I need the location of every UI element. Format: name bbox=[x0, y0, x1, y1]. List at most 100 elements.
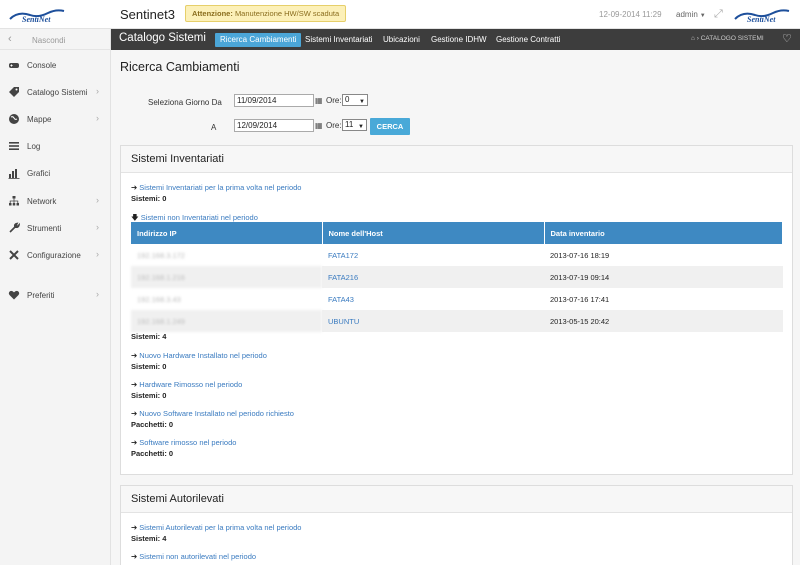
not-detected-link[interactable]: Sistemi non autorilevati nel periodo bbox=[139, 552, 256, 561]
sidebar-item-catalogo[interactable]: Catalogo Sistemi › bbox=[0, 82, 111, 102]
from-hour-value: 0 bbox=[345, 95, 350, 104]
panel-title: Sistemi Autorilevati bbox=[131, 493, 224, 505]
chevron-right-icon: › bbox=[96, 195, 99, 205]
link-row: ➔ Sistemi Autorilevati per la prima volta… bbox=[131, 523, 301, 532]
from-date-label: Seleziona Giorno Da bbox=[148, 98, 222, 107]
not-inventoried-link[interactable]: Sistemi non Inventariati nel periodo bbox=[141, 213, 258, 222]
sidebar-item-label: Console bbox=[27, 61, 57, 70]
host-link[interactable]: UBUNTU bbox=[322, 310, 544, 332]
heart-icon bbox=[8, 289, 20, 301]
table-row: 192.168.1.249 UBUNTU 2013-05-15 20:42 bbox=[131, 310, 783, 332]
removed-hardware-link[interactable]: Hardware Rimosso nel periodo bbox=[139, 380, 242, 389]
chevron-right-icon: › bbox=[96, 86, 99, 96]
panel-sistemi-inventariati: Sistemi Inventariati ➔ Sistemi Inventaria… bbox=[120, 145, 793, 475]
date-cell: 2013-07-19 09:14 bbox=[544, 266, 783, 288]
gamepad-icon bbox=[8, 59, 20, 71]
sidebar-item-console[interactable]: Console bbox=[0, 55, 111, 75]
svg-text:SentiNet: SentiNet bbox=[747, 15, 776, 24]
calendar-icon[interactable]: ▦ bbox=[315, 121, 323, 130]
link-row: ➔ Software rimosso nel periodo bbox=[131, 438, 236, 447]
chevron-right-icon: › bbox=[96, 222, 99, 232]
to-hour-select[interactable]: 11 ▼ bbox=[342, 119, 367, 131]
first-time-inventoried-count: Sistemi: 0 bbox=[131, 194, 167, 203]
from-hour-select[interactable]: 0 ▼ bbox=[342, 94, 368, 106]
sidebar-hide-label: Nascondi bbox=[32, 36, 66, 45]
username: admin bbox=[676, 10, 698, 19]
to-hour-label: Ore: bbox=[326, 121, 342, 130]
ip-cell: 192.168.3.172 bbox=[137, 250, 185, 260]
link-row: ➔ Nuovo Software Installato nel periodo r… bbox=[131, 409, 294, 418]
bar-chart-icon bbox=[8, 167, 20, 179]
first-time-detected-link[interactable]: Sistemi Autorilevati per la prima volta … bbox=[139, 523, 301, 532]
chevron-right-icon: › bbox=[96, 113, 99, 123]
sidebar-item-strumenti[interactable]: Strumenti › bbox=[0, 218, 111, 238]
table-header-row: Indirizzo IP Nome dell'Host Data inventa… bbox=[131, 222, 783, 244]
date-cell: 2013-07-16 17:41 bbox=[550, 294, 610, 304]
link-row: ➔ Hardware Rimosso nel periodo bbox=[131, 380, 242, 389]
chevron-right-icon: › bbox=[96, 289, 99, 299]
panel-sistemi-autorilevati: Sistemi Autorilevati ➔ Sistemi Autorileva… bbox=[120, 485, 793, 565]
sidebar-item-label: Mappe bbox=[27, 115, 52, 124]
first-time-detected-count: Sistemi: 4 bbox=[131, 534, 167, 543]
to-date-label: A bbox=[211, 123, 217, 132]
sidebar-item-mappe[interactable]: Mappe › bbox=[0, 109, 111, 129]
sidebar-item-configurazione[interactable]: Configurazione › bbox=[0, 245, 111, 265]
removed-software-link[interactable]: Software rimosso nel periodo bbox=[139, 438, 236, 447]
host-link[interactable]: FATA216 bbox=[322, 266, 544, 288]
first-time-inventoried-link[interactable]: Sistemi Inventariati per la prima volta … bbox=[139, 183, 301, 192]
breadcrumb-item[interactable]: CATALOGO SISTEMI bbox=[701, 35, 764, 42]
wrench-icon bbox=[8, 222, 21, 234]
from-date-input[interactable]: 11/09/2014 bbox=[234, 94, 314, 107]
link-row: ➔ Sistemi Inventariati per la prima volta… bbox=[131, 183, 301, 192]
sentinet-logo[interactable]: SentiNet bbox=[8, 5, 66, 25]
new-software-link[interactable]: Nuovo Software Installato nel periodo ri… bbox=[139, 409, 294, 418]
new-hardware-link[interactable]: Nuovo Hardware Installato nel periodo bbox=[139, 351, 267, 360]
chevron-down-icon: ▼ bbox=[699, 13, 706, 19]
maintenance-alert[interactable]: Attenzione: Manutenzione HW/SW scaduta bbox=[185, 5, 347, 22]
date-cell: 2013-07-16 18:19 bbox=[550, 250, 610, 260]
favorite-heart-icon[interactable]: ♡ bbox=[782, 32, 792, 45]
tab-ricerca-cambiamenti[interactable]: Ricerca Cambiamenti bbox=[215, 33, 302, 47]
removed-hardware-count: Sistemi: 0 bbox=[131, 391, 167, 400]
sitemap-icon bbox=[8, 195, 20, 207]
sidebar-item-preferiti[interactable]: Preferiti › bbox=[0, 285, 111, 305]
not-inventoried-table: Indirizzo IP Nome dell'Host Data inventa… bbox=[131, 222, 783, 332]
to-date-input[interactable]: 12/09/2014 bbox=[234, 119, 314, 132]
column-header-host[interactable]: Nome dell'Host bbox=[322, 222, 545, 244]
tools-icon bbox=[8, 249, 20, 261]
sentinet-logo-right: SentiNet bbox=[734, 9, 790, 24]
panel-header: Sistemi Inventariati bbox=[121, 146, 792, 173]
host-link[interactable]: FATA43 bbox=[322, 288, 544, 310]
ip-cell: 192.168.1.216 bbox=[131, 266, 322, 288]
sidebar-hide-toggle[interactable]: ‹ Nascondi bbox=[0, 29, 110, 50]
tab-ubicazioni[interactable]: Ubicazioni bbox=[378, 33, 425, 47]
main-content: Ricerca Cambiamenti Seleziona Giorno Da … bbox=[111, 50, 800, 565]
tab-gestione-idhw[interactable]: Gestione IDHW bbox=[426, 33, 492, 47]
sidebar-item-network[interactable]: Network › bbox=[0, 191, 111, 211]
table-row: 192.168.3.43 FATA43 2013-07-16 17:41 bbox=[131, 288, 783, 310]
alert-message: Manutenzione HW/SW scaduta bbox=[234, 9, 340, 18]
sidebar-item-label: Strumenti bbox=[27, 224, 62, 233]
tab-gestione-contratti[interactable]: Gestione Contratti bbox=[491, 33, 565, 47]
list-icon bbox=[8, 140, 20, 152]
search-button[interactable]: CERCA bbox=[370, 118, 410, 135]
column-header-date[interactable]: Data inventario bbox=[544, 222, 783, 244]
tag-icon bbox=[8, 86, 20, 98]
sidebar-item-label: Log bbox=[27, 142, 41, 151]
arrow-right-icon: ➔ bbox=[131, 438, 138, 447]
sidebar-item-log[interactable]: Log bbox=[0, 136, 111, 156]
home-icon[interactable]: ⌂ bbox=[691, 35, 695, 42]
user-menu[interactable]: admin ▼ bbox=[676, 10, 706, 19]
globe-icon bbox=[8, 113, 20, 125]
sidebar-item-grafici[interactable]: Grafici bbox=[0, 163, 111, 183]
arrow-right-icon: ➔ bbox=[131, 523, 138, 532]
calendar-icon[interactable]: ▦ bbox=[315, 96, 323, 105]
tab-sistemi-inventariati[interactable]: Sistemi Inventariati bbox=[300, 33, 378, 47]
arrow-right-icon: ➔ bbox=[131, 183, 138, 192]
panel-header: Sistemi Autorilevati bbox=[121, 486, 792, 513]
fullscreen-icon[interactable]: ⤢ bbox=[714, 8, 723, 21]
column-header-ip[interactable]: Indirizzo IP bbox=[131, 222, 323, 244]
link-row: ➔ Sistemi non autorilevati nel periodo bbox=[131, 552, 256, 561]
host-link[interactable]: FATA172 bbox=[322, 244, 544, 266]
date-cell: 2013-05-15 20:42 bbox=[544, 310, 783, 332]
